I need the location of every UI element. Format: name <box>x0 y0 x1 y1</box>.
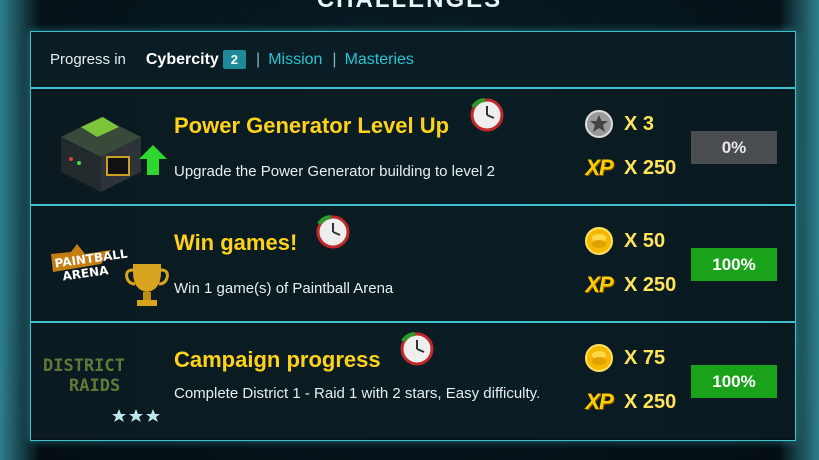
progress-indicator: 100% <box>691 365 777 398</box>
reward-amount: X 50 <box>624 229 666 252</box>
challenge-title: Campaign progress <box>174 347 381 372</box>
challenge-row[interactable]: Power Generator Level Up Upgrade the Pow… <box>31 87 795 204</box>
star-token-icon <box>584 109 614 139</box>
clock-timer-icon <box>397 331 435 367</box>
svg-text:RAIDS: RAIDS <box>69 376 120 396</box>
challenge-title: Win games! <box>174 230 298 255</box>
coin-icon <box>584 226 614 256</box>
challenge-description: Upgrade the Power Generator building to … <box>174 163 496 180</box>
challenge-description: Complete District 1 - Raid 1 with 2 star… <box>174 385 541 402</box>
xp-icon: XP <box>585 389 613 414</box>
clock-timer-icon <box>467 97 505 133</box>
masteries-link[interactable]: Masteries <box>345 51 414 69</box>
divider: | <box>256 50 261 68</box>
clock-timer-icon <box>313 214 351 250</box>
challenge-description: Win 1 game(s) of Paintball Arena <box>174 280 394 297</box>
progress-indicator: 0% <box>691 131 777 164</box>
xp-icon: XP <box>585 155 613 180</box>
divider: | <box>332 50 337 68</box>
xp-amount: X 250 <box>624 273 677 296</box>
district-raids-thumbnail: DISTRICT RAIDS <box>41 331 169 431</box>
reward-amount: X 3 <box>624 112 655 135</box>
reward-amount: X 75 <box>624 346 666 369</box>
coin-icon <box>584 343 614 373</box>
xp-amount: X 250 <box>624 390 677 413</box>
reward-xp: XP X 250 <box>584 270 676 300</box>
reward-xp: XP X 250 <box>584 153 676 183</box>
city-level-badge: 2 <box>222 50 247 69</box>
page-title: CHALLENGES <box>0 0 819 14</box>
power-generator-thumbnail <box>41 97 169 197</box>
reward-coins: X 75 <box>584 343 665 373</box>
reward-coins: X 50 <box>584 226 665 256</box>
progress-header: Progress in Cybercity 2 | Mission | Mast… <box>31 32 795 87</box>
challenge-row[interactable]: PAINTBALL ARENA Win games! Win 1 game(s)… <box>31 204 795 321</box>
paintball-arena-thumbnail: PAINTBALL ARENA <box>41 214 169 314</box>
challenges-panel: Progress in Cybercity 2 | Mission | Mast… <box>30 31 796 441</box>
progress-in-label: Progress in <box>50 51 126 68</box>
xp-amount: X 250 <box>624 156 677 179</box>
reward-tokens: X 3 <box>584 109 654 139</box>
xp-icon: XP <box>585 272 613 297</box>
mission-link[interactable]: Mission <box>268 51 322 69</box>
challenge-row[interactable]: DISTRICT RAIDS Campaign progress Complet… <box>31 321 795 438</box>
current-city-tab[interactable]: Cybercity <box>146 51 219 69</box>
reward-xp: XP X 250 <box>584 387 676 417</box>
svg-text:DISTRICT: DISTRICT <box>43 356 125 376</box>
challenge-title: Power Generator Level Up <box>174 113 450 138</box>
progress-indicator: 100% <box>691 248 777 281</box>
